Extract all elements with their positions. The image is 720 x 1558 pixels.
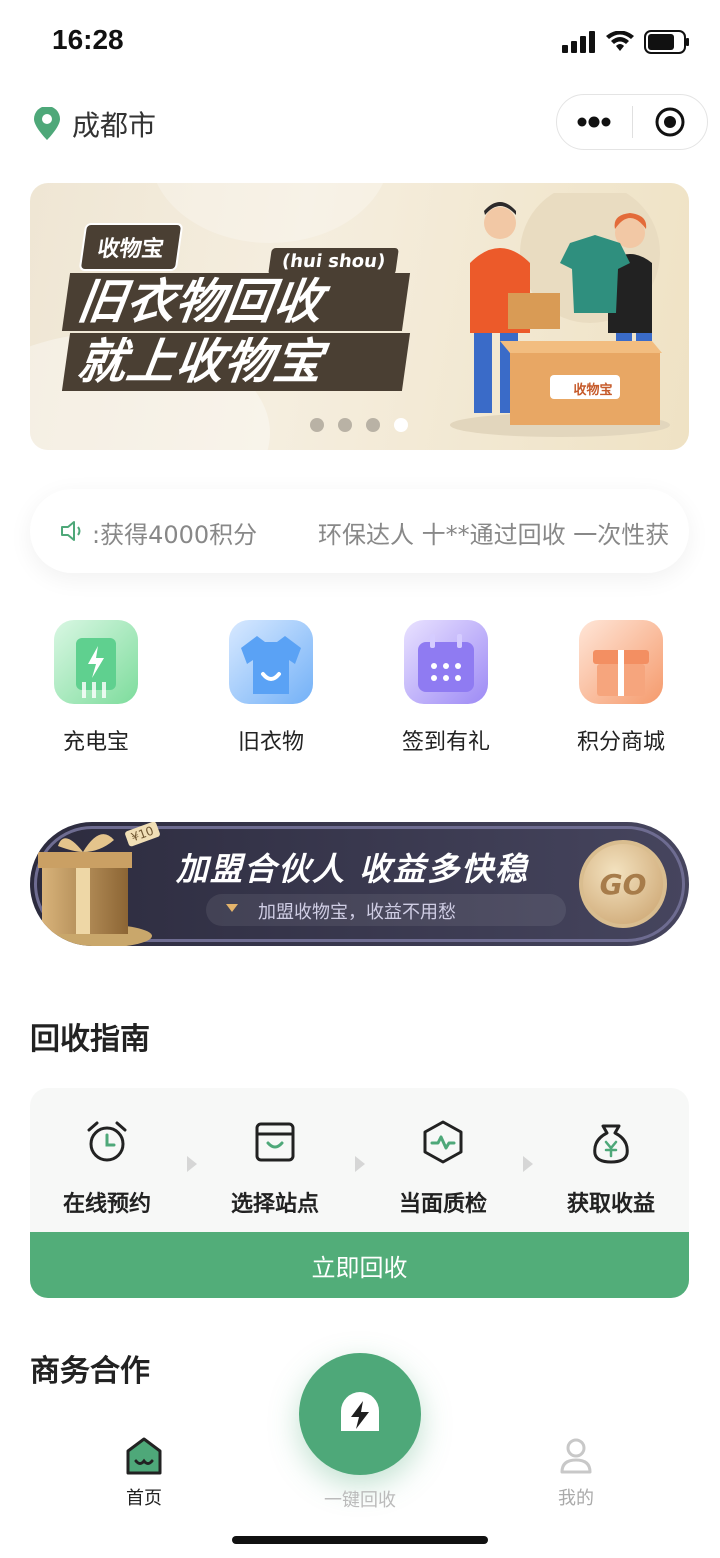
one-click-recycle-label: 一键回收 xyxy=(324,1490,396,1511)
location-pin-icon xyxy=(34,107,60,140)
menu-item-checkin[interactable]: 签到有礼 xyxy=(386,620,506,756)
menu-item-power-bank[interactable]: 充电宝 xyxy=(36,620,156,756)
target-icon xyxy=(655,107,685,137)
banner-pinyin: (hui shou) xyxy=(268,248,400,275)
banner-carousel[interactable]: 收物宝 (hui shou) 旧衣物回收 就上收物宝 收物宝 xyxy=(30,183,689,450)
banner-brand-tag: 收物宝 xyxy=(78,223,184,271)
menu-label: 充电宝 xyxy=(62,730,129,755)
one-click-recycle-button[interactable] xyxy=(299,1353,421,1475)
status-icons xyxy=(562,30,690,54)
battery-icon xyxy=(644,30,689,54)
carousel-dot[interactable] xyxy=(310,418,324,432)
banner-decoration xyxy=(150,183,390,243)
lightning-lock-icon xyxy=(341,1392,379,1431)
notice-text: 环保达人 十**通过回收 一次性获 xyxy=(318,521,670,549)
guide-step-label: 在线预约 xyxy=(62,1192,151,1217)
signal-icon xyxy=(562,31,595,53)
more-dots-icon xyxy=(577,116,611,128)
user-icon xyxy=(560,1438,592,1474)
menu-label: 积分商城 xyxy=(576,730,665,755)
arrow-icon xyxy=(523,1156,533,1172)
recycle-guide-card: 在线预约 选择站点 当面质检 获取收益 立即回收 xyxy=(30,1088,689,1298)
notice-text: :获得4000积分 xyxy=(92,521,258,549)
location-selector[interactable]: 成都市 xyxy=(32,104,156,144)
banner-headline-2: 就上收物宝 xyxy=(61,333,411,391)
tab-label: 我的 xyxy=(558,1488,594,1509)
store-icon xyxy=(255,1122,295,1162)
tab-label: 首页 xyxy=(126,1488,162,1509)
banner-headline-1: 旧衣物回收 xyxy=(61,273,411,331)
arrow-icon xyxy=(187,1156,197,1172)
arrow-icon xyxy=(355,1156,365,1172)
home-icon xyxy=(126,1437,162,1475)
menu-label: 旧衣物 xyxy=(237,730,304,755)
tab-home[interactable]: 首页 xyxy=(84,1436,204,1510)
menu-item-clothes[interactable]: 旧衣物 xyxy=(211,620,331,756)
power-bank-icon xyxy=(54,620,138,704)
status-time: 16:28 xyxy=(52,24,124,55)
carousel-dot-active[interactable] xyxy=(394,418,408,432)
speaker-icon xyxy=(61,521,81,541)
menu-label: 签到有礼 xyxy=(401,730,490,755)
triangle-icon xyxy=(226,904,238,912)
carousel-dot[interactable] xyxy=(338,418,352,432)
box-label: 收物宝 xyxy=(573,383,613,398)
partner-title: 加盟合伙人 收益多快稳 xyxy=(176,850,530,888)
more-button[interactable] xyxy=(557,95,632,149)
guide-step-label: 选择站点 xyxy=(230,1192,319,1217)
calendar-icon xyxy=(404,620,488,704)
city-label: 成都市 xyxy=(72,109,157,142)
tab-mine[interactable]: 我的 xyxy=(516,1436,636,1510)
partner-banner[interactable]: ¥10 加盟合伙人 收益多快稳 加盟收物宝，收益不用愁 GO xyxy=(30,822,689,946)
status-bar: 16:28 xyxy=(0,0,720,88)
menu-item-points-mall[interactable]: 积分商城 xyxy=(561,620,681,756)
guide-title: 回收指南 xyxy=(30,1022,150,1057)
mini-program-capsule xyxy=(556,94,708,150)
go-label: GO xyxy=(599,867,647,901)
clothes-icon xyxy=(229,620,313,704)
money-bag-icon xyxy=(593,1124,629,1164)
guide-step-label: 当面质检 xyxy=(398,1192,487,1217)
header: 成都市 xyxy=(0,94,720,154)
guide-step-booking: 在线预约 xyxy=(47,1118,167,1218)
banner-illustration xyxy=(450,193,670,437)
guide-step-station: 选择站点 xyxy=(215,1118,335,1218)
guide-step-income: 获取收益 xyxy=(551,1118,671,1218)
recycle-now-button[interactable]: 立即回收 xyxy=(30,1232,689,1298)
partner-subtitle: 加盟收物宝，收益不用愁 xyxy=(258,902,456,923)
business-title: 商务合作 xyxy=(30,1354,150,1389)
carousel-dot[interactable] xyxy=(366,418,380,432)
inspection-icon xyxy=(423,1120,463,1164)
quick-menu: 充电宝 旧衣物 签到有礼 积分商城 xyxy=(0,620,720,760)
notice-bar[interactable]: :获得4000积分 环保达人 十**通过回收 一次性获 xyxy=(30,489,689,573)
guide-step-label: 获取收益 xyxy=(566,1192,655,1217)
go-button[interactable]: GO xyxy=(579,840,667,928)
alarm-clock-icon xyxy=(87,1121,127,1162)
partner-subtitle-pill: 加盟收物宝，收益不用愁 xyxy=(206,894,566,926)
carousel-indicator xyxy=(310,418,408,432)
home-indicator xyxy=(232,1536,488,1544)
close-miniprogram-button[interactable] xyxy=(633,95,708,149)
guide-step-inspection: 当面质检 xyxy=(383,1118,503,1218)
gift-icon xyxy=(579,620,663,704)
wifi-icon xyxy=(606,31,634,51)
